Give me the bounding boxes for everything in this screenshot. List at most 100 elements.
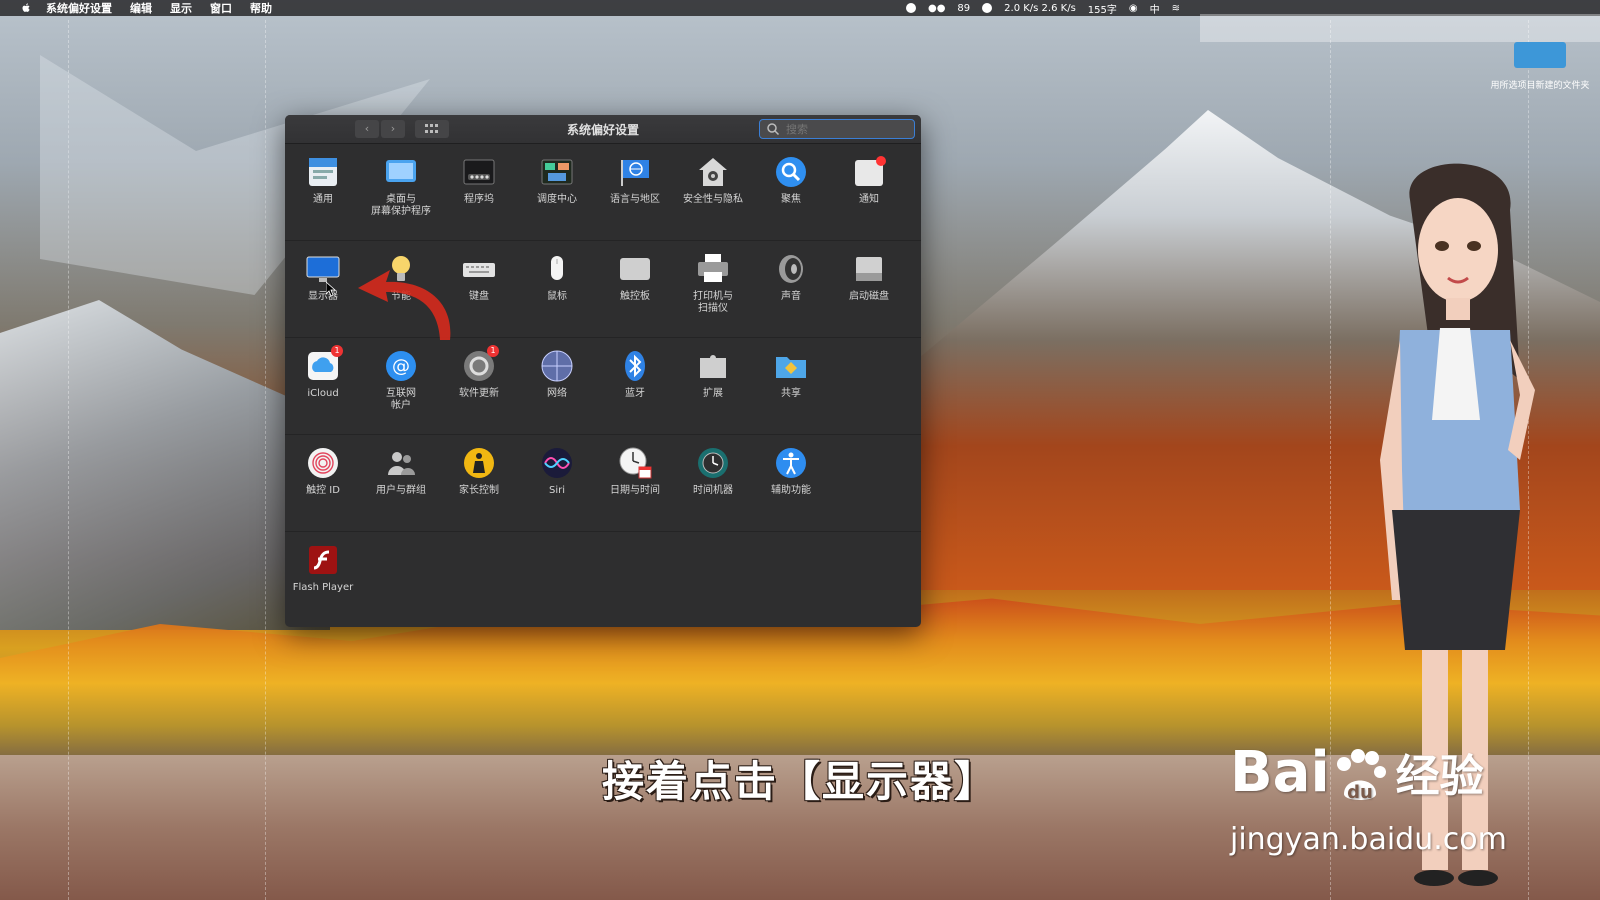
icloud-badge: 1 <box>331 345 343 357</box>
pane-displays[interactable]: 显示器 <box>285 251 361 303</box>
battery-status[interactable]: 89 <box>957 3 970 14</box>
grid-icon <box>425 124 438 133</box>
logo-text-bai: Bai <box>1230 740 1330 805</box>
baidu-jingyan-logo: Bai du 经验 <box>1230 740 1484 806</box>
pane-bluetooth[interactable]: 蓝牙 <box>597 348 673 400</box>
siri-icon <box>539 445 575 481</box>
startup-disk-icon <box>851 251 887 287</box>
top-right-blur <box>1200 14 1600 42</box>
paw-icon: du <box>1336 748 1386 803</box>
time-machine-icon <box>695 445 731 481</box>
pane-mission-control[interactable]: 调度中心 <box>519 154 595 206</box>
notifications-icon <box>851 154 887 190</box>
pane-spotlight[interactable]: 聚焦 <box>753 154 829 206</box>
pane-startup-disk[interactable]: 启动磁盘 <box>831 251 907 303</box>
input-method[interactable]: 中 <box>1150 1 1160 16</box>
logo-text-jingyan: 经验 <box>1395 751 1484 802</box>
wechat-icon[interactable]: ●● <box>928 3 945 14</box>
window-titlebar: ‹ › 系统偏好设置 <box>285 115 921 144</box>
accessibility-icon <box>773 445 809 481</box>
background-mountain-left <box>0 300 330 630</box>
pane-notifications[interactable]: 通知 <box>831 154 907 206</box>
network-icon <box>539 348 575 384</box>
extensions-icon <box>695 348 731 384</box>
pane-row-system: 触控 ID 用户与群组 家长控制 Siri 日期与时间 时间机器 辅助功能 <box>285 435 921 532</box>
system-preferences-window: ‹ › 系统偏好设置 通用 桌面与 屏幕保护程序 程序坞 调度中心 <box>285 115 921 627</box>
network-speed: 2.0 K/s 2.6 K/s <box>1004 2 1076 14</box>
search-input[interactable] <box>784 121 908 137</box>
svg-text:@: @ <box>392 356 410 377</box>
microphone-icon[interactable]: ◉ <box>1129 3 1138 14</box>
pane-siri[interactable]: Siri <box>519 445 595 497</box>
pane-desktop-screensaver[interactable]: 桌面与 屏幕保护程序 <box>363 154 439 218</box>
back-button[interactable]: ‹ <box>355 120 379 138</box>
word-count[interactable]: 155字 <box>1088 1 1117 16</box>
general-icon <box>305 154 341 190</box>
dock-icon <box>461 154 497 190</box>
pane-icloud[interactable]: 1 iCloud <box>285 345 361 400</box>
pane-sound[interactable]: 声音 <box>753 251 829 303</box>
record-icon[interactable] <box>905 3 916 13</box>
pane-touch-id[interactable]: 触控 ID <box>285 445 361 497</box>
pane-extensions[interactable]: 扩展 <box>675 348 751 400</box>
folder-label[interactable]: 用所选项目新建的文件夹 <box>1480 80 1600 92</box>
pane-mouse[interactable]: 鼠标 <box>519 251 595 303</box>
flash-player-icon <box>305 542 341 578</box>
pane-software-update[interactable]: 1 软件更新 <box>441 345 517 400</box>
mission-control-icon <box>539 154 575 190</box>
security-icon <box>695 154 731 190</box>
wifi-icon[interactable]: ≋ <box>1172 3 1180 14</box>
bluetooth-icon <box>617 348 653 384</box>
pane-security-privacy[interactable]: 安全性与隐私 <box>675 154 751 206</box>
pane-internet-accounts[interactable]: @ 互联网 帐户 <box>363 348 439 412</box>
status-area: ●● 89 2.0 K/s 2.6 K/s 155字 ◉ 中 ≋ <box>905 1 1180 16</box>
spotlight-icon <box>773 154 809 190</box>
pane-row-other: Flash Player <box>285 532 921 627</box>
pane-printers-scanners[interactable]: 打印机与 扫描仪 <box>675 251 751 315</box>
pane-trackpad[interactable]: 触控板 <box>597 251 673 303</box>
pane-language-region[interactable]: 语言与地区 <box>597 154 673 206</box>
touch-id-icon <box>305 445 341 481</box>
search-icon <box>767 123 780 136</box>
mouse-cursor-icon <box>326 282 336 296</box>
menu-window[interactable]: 窗口 <box>210 0 232 16</box>
annotation-arrow <box>358 270 451 340</box>
svg-text:du: du <box>1347 782 1373 803</box>
pane-row-internet: 1 iCloud @ 互联网 帐户 1 软件更新 网络 蓝牙 扩展 共享 <box>285 338 921 435</box>
desktop-icon <box>383 154 419 190</box>
pane-parental-controls[interactable]: 家长控制 <box>441 445 517 497</box>
printer-icon <box>695 251 731 287</box>
software-update-badge: 1 <box>487 345 499 357</box>
pane-users-groups[interactable]: 用户与群组 <box>363 445 439 497</box>
pane-date-time[interactable]: 日期与时间 <box>597 445 673 497</box>
software-update-icon: 1 <box>461 345 499 384</box>
mouse-icon <box>539 251 575 287</box>
pane-flash-player[interactable]: Flash Player <box>285 542 361 594</box>
sharing-icon <box>773 348 809 384</box>
logo-url: jingyan.baidu.com <box>1230 822 1507 857</box>
folder-icon[interactable] <box>1514 42 1566 68</box>
menu-edit[interactable]: 编辑 <box>130 0 152 16</box>
pane-dock[interactable]: 程序坞 <box>441 154 517 206</box>
menu-help[interactable]: 帮助 <box>250 0 272 16</box>
status-icon[interactable] <box>982 3 993 13</box>
pane-network[interactable]: 网络 <box>519 348 595 400</box>
pane-row-personal: 通用 桌面与 屏幕保护程序 程序坞 调度中心 语言与地区 安全性与隐私 聚焦 通… <box>285 144 921 241</box>
internet-accounts-icon: @ <box>383 348 419 384</box>
date-time-icon <box>617 445 653 481</box>
pane-time-machine[interactable]: 时间机器 <box>675 445 751 497</box>
trackpad-icon <box>617 251 653 287</box>
pane-accessibility[interactable]: 辅助功能 <box>753 445 829 497</box>
sound-icon <box>773 251 809 287</box>
icloud-icon: 1 <box>305 345 343 384</box>
users-icon <box>383 445 419 481</box>
menu-app-name[interactable]: 系统偏好设置 <box>46 0 112 16</box>
forward-button[interactable]: › <box>381 120 405 138</box>
menu-view[interactable]: 显示 <box>170 0 192 16</box>
show-all-button[interactable] <box>415 120 449 138</box>
apple-icon[interactable] <box>20 2 32 14</box>
language-icon <box>617 154 653 190</box>
search-box[interactable] <box>759 119 915 139</box>
pane-general[interactable]: 通用 <box>285 154 361 206</box>
pane-sharing[interactable]: 共享 <box>753 348 829 400</box>
